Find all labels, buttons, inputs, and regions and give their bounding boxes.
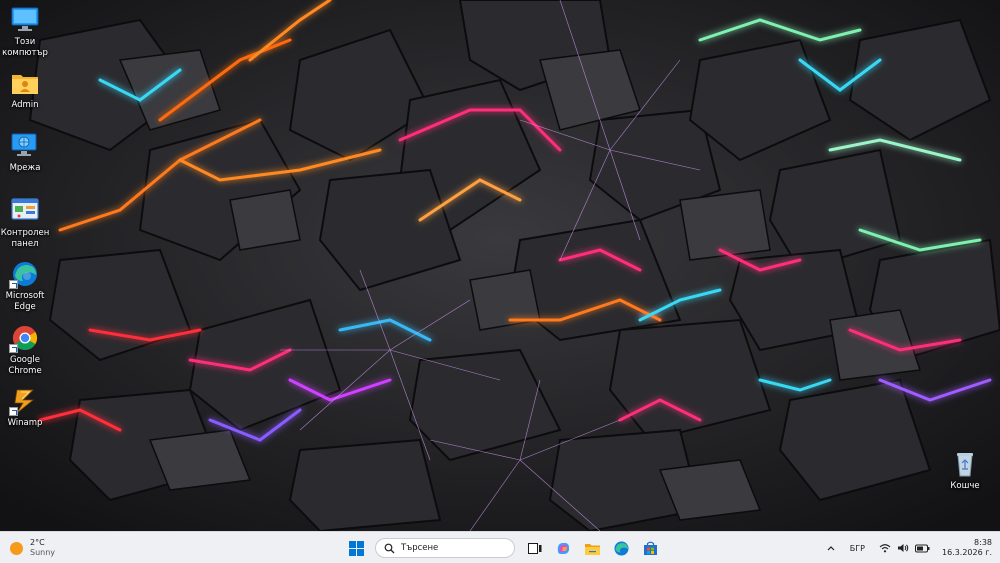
battery-button[interactable] bbox=[914, 544, 930, 553]
desktop-icon-label: Мрежа bbox=[9, 163, 41, 173]
monitor-icon bbox=[9, 5, 41, 35]
clock-date: 16.3.2026 г. bbox=[941, 548, 992, 557]
shortcut-arrow-icon bbox=[9, 407, 18, 416]
taskbar: 2°C Sunny Търсене БГР 8:38 16.3.2026 г. bbox=[0, 531, 1000, 563]
copilot-button[interactable] bbox=[550, 536, 576, 560]
task-view-button[interactable] bbox=[521, 536, 547, 560]
desktop-icon-control-panel[interactable]: Контролен панел bbox=[0, 196, 50, 249]
wifi-icon bbox=[879, 544, 891, 553]
taskbar-search[interactable] bbox=[375, 538, 515, 558]
language-indicator[interactable]: БГР bbox=[850, 544, 865, 553]
file-explorer-icon bbox=[584, 543, 600, 555]
edge-icon bbox=[614, 541, 628, 555]
desktop-icon-label: Winamp bbox=[7, 418, 43, 428]
control-panel-icon bbox=[9, 196, 41, 226]
desktop-icon-recycle-bin[interactable]: Кошче bbox=[940, 449, 990, 492]
desktop-icon-label: Google Chrome bbox=[8, 355, 42, 376]
sun-icon bbox=[10, 541, 23, 555]
battery-icon bbox=[914, 544, 930, 552]
weather-temperature: 2°C bbox=[30, 538, 45, 547]
edge-taskbar-button[interactable] bbox=[608, 536, 634, 560]
system-tray: БГР 8:38 16.3.2026 г. bbox=[817, 536, 992, 560]
show-hidden-icons-button[interactable] bbox=[826, 543, 836, 553]
desktop-icon-label: Admin bbox=[11, 100, 39, 110]
windows-start-icon bbox=[348, 540, 364, 556]
shortcut-arrow-icon bbox=[9, 280, 18, 289]
network-icon bbox=[9, 131, 41, 161]
chevron-up-icon bbox=[827, 546, 835, 551]
chrome-icon bbox=[9, 323, 41, 353]
shortcut-arrow-icon bbox=[9, 344, 18, 353]
desktop-icon-network[interactable]: Мрежа bbox=[0, 131, 50, 174]
taskbar-clock[interactable]: 8:38 16.3.2026 г. bbox=[942, 538, 992, 559]
search-icon bbox=[384, 543, 395, 553]
weather-condition: Sunny bbox=[30, 548, 56, 557]
desktop-icon-this-pc[interactable]: Този компютър bbox=[0, 5, 50, 58]
task-view-icon bbox=[527, 542, 541, 554]
wifi-button[interactable] bbox=[879, 543, 891, 553]
wallpaper bbox=[0, 0, 1000, 531]
desktop-icon-edge[interactable]: Microsoft Edge bbox=[0, 259, 50, 312]
desktop: Този компютър Admin Мрежа Контролен пане… bbox=[0, 0, 1000, 531]
user-folder-icon bbox=[9, 68, 41, 98]
desktop-icon-admin[interactable]: Admin bbox=[0, 68, 50, 111]
edge-icon bbox=[9, 259, 41, 289]
desktop-icon-chrome[interactable]: Google Chrome bbox=[0, 323, 50, 376]
taskbar-center bbox=[343, 536, 666, 560]
file-explorer-button[interactable] bbox=[579, 536, 605, 560]
winamp-icon bbox=[9, 386, 41, 416]
store-icon bbox=[643, 541, 657, 555]
store-button[interactable] bbox=[637, 536, 663, 560]
desktop-icon-winamp[interactable]: Winamp bbox=[0, 386, 50, 429]
recycle-bin-icon bbox=[949, 449, 981, 479]
desktop-icon-label: Microsoft Edge bbox=[5, 291, 45, 312]
weather-widget[interactable]: 2°C Sunny bbox=[10, 536, 55, 560]
desktop-icon-label: Контролен панел bbox=[0, 228, 50, 249]
clock-time: 8:38 bbox=[974, 537, 992, 547]
start-button[interactable] bbox=[343, 536, 369, 560]
copilot-icon bbox=[557, 542, 569, 554]
volume-button[interactable] bbox=[897, 543, 909, 553]
desktop-icon-label: Кошче bbox=[950, 481, 980, 491]
desktop-icon-label: Този компютър bbox=[2, 37, 48, 58]
speaker-icon bbox=[897, 544, 909, 552]
search-input[interactable] bbox=[401, 543, 511, 553]
